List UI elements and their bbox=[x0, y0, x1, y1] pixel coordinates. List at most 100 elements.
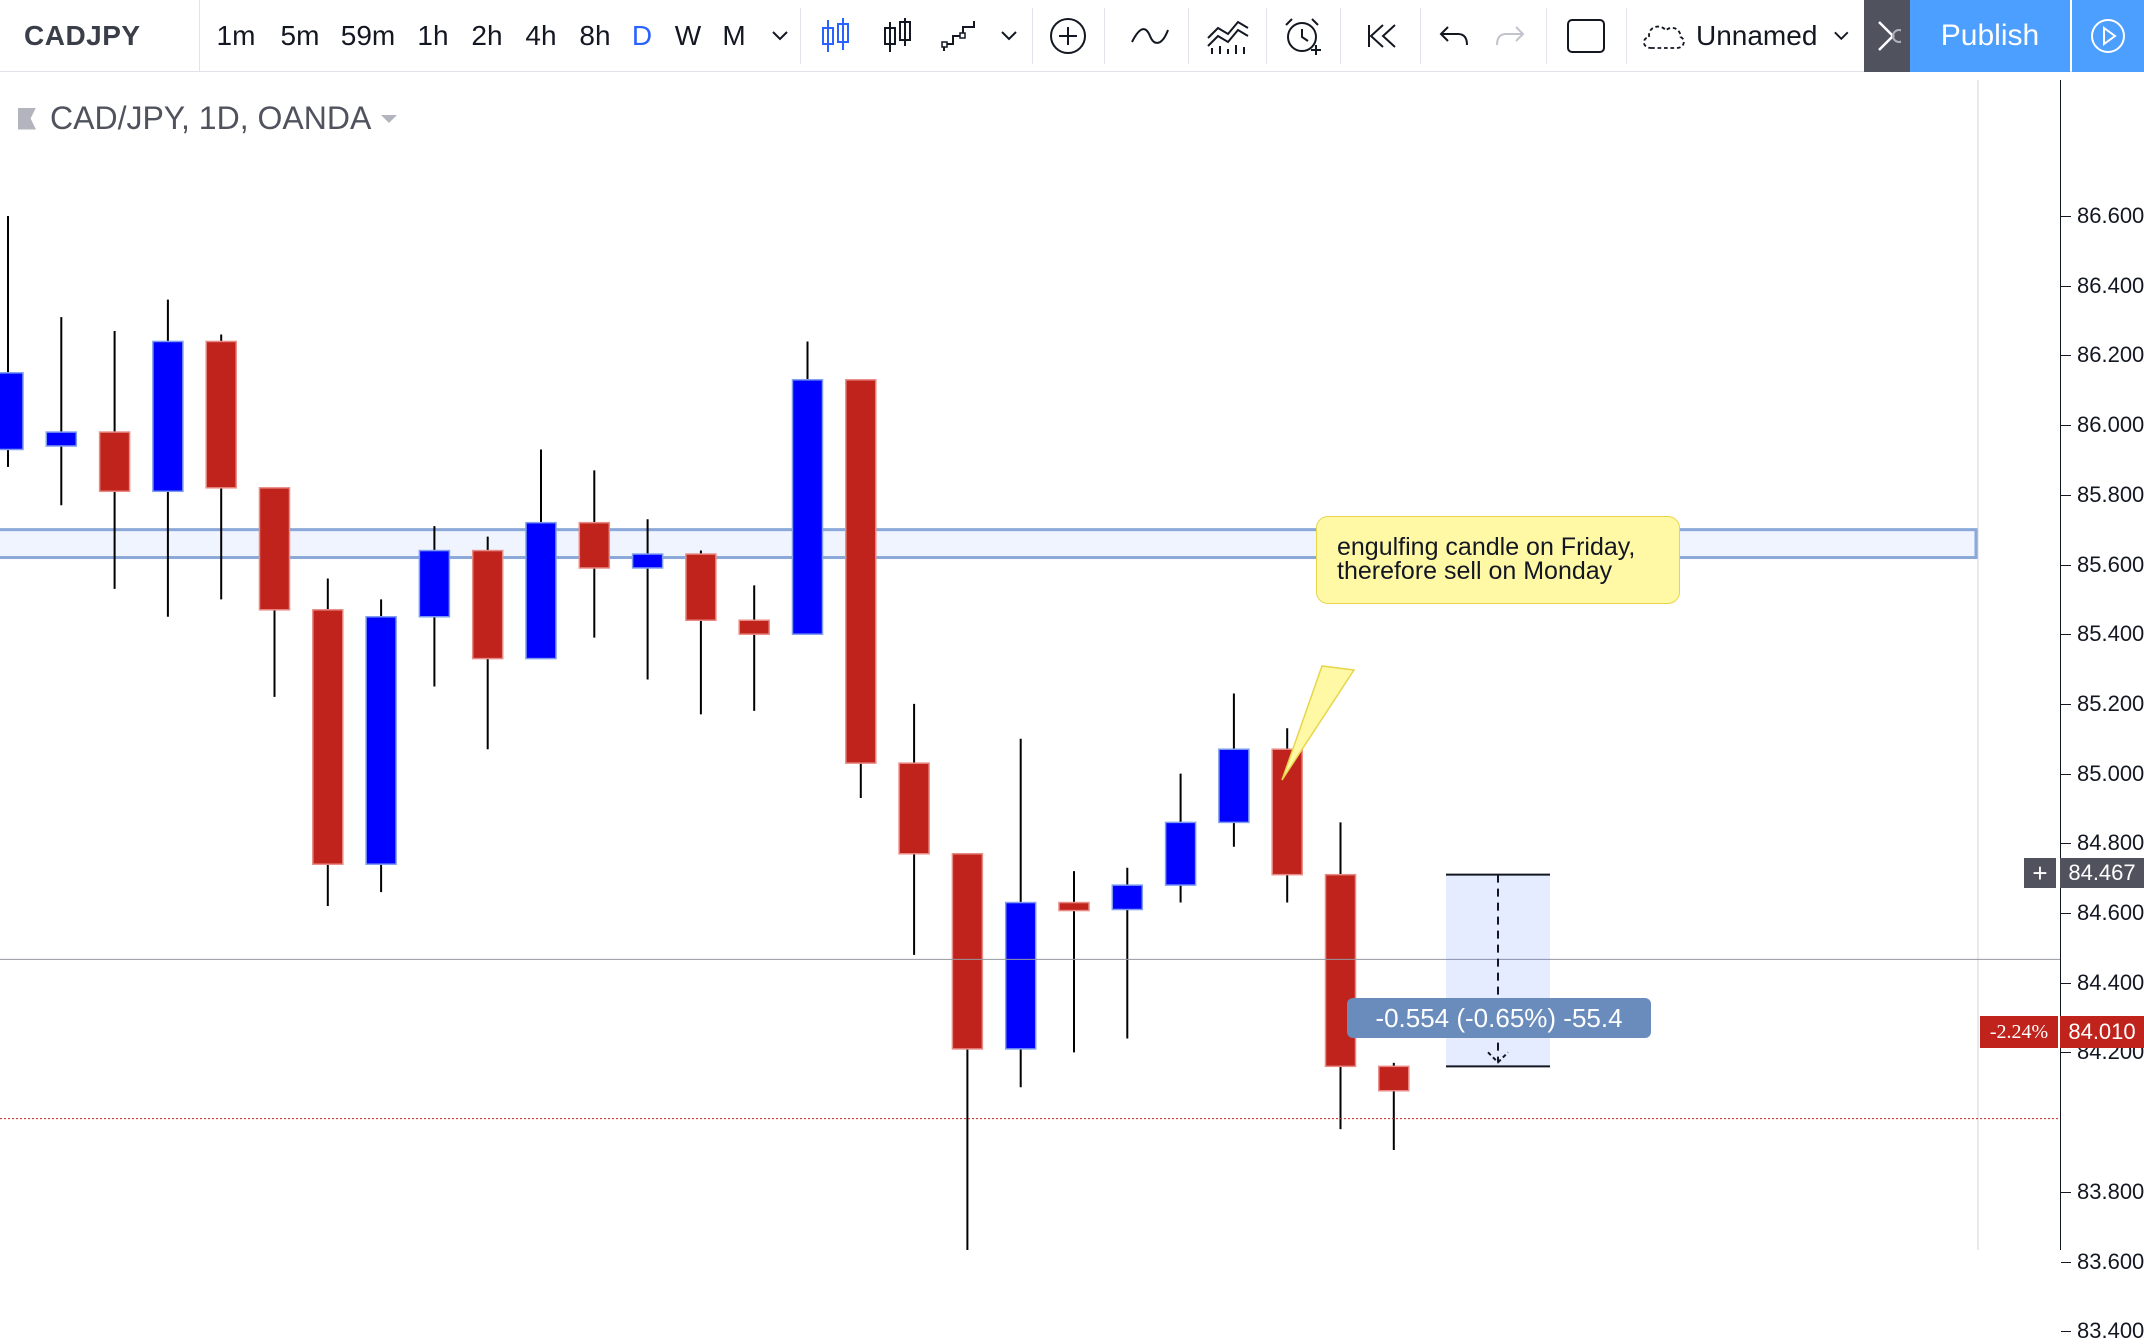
candle-body bbox=[312, 609, 344, 865]
candle-body bbox=[1218, 748, 1250, 824]
candle[interactable] bbox=[1324, 822, 1357, 1130]
price-tick bbox=[2061, 216, 2071, 217]
candle[interactable] bbox=[258, 487, 291, 697]
price-tick bbox=[2061, 843, 2071, 845]
bars-style-button[interactable] bbox=[872, 0, 922, 72]
candle[interactable] bbox=[312, 578, 344, 907]
candle[interactable] bbox=[845, 379, 877, 798]
timeframe-w[interactable]: W bbox=[670, 0, 706, 72]
fullscreen-button[interactable] bbox=[1560, 0, 1612, 72]
timeframe-59m[interactable]: 59m bbox=[336, 0, 400, 72]
candle-body bbox=[898, 762, 930, 855]
hollow-candles-icon bbox=[884, 18, 911, 52]
chart-legend[interactable]: CAD/JPY, 1D, OANDA bbox=[18, 100, 398, 137]
crosshair-plus-icon[interactable]: + bbox=[2024, 858, 2056, 888]
layout-selector[interactable]: Unnamed bbox=[1640, 0, 1850, 72]
candle[interactable] bbox=[1111, 867, 1144, 1039]
candle-body bbox=[0, 372, 24, 451]
price-tick bbox=[2061, 1331, 2071, 1333]
caret-down-icon bbox=[381, 114, 398, 123]
publish-button[interactable]: Publish bbox=[1910, 0, 2070, 72]
expand-settings-button[interactable] bbox=[1864, 0, 1910, 72]
candle[interactable] bbox=[791, 341, 824, 635]
candle-body bbox=[152, 340, 184, 493]
price-tick-label: 83.400 bbox=[2077, 1318, 2144, 1344]
callout-line-1: engulfing candle on Friday, bbox=[1337, 533, 1636, 561]
candle[interactable] bbox=[365, 599, 397, 893]
candle-body bbox=[1058, 901, 1090, 912]
candle-body bbox=[525, 521, 557, 660]
chevron-down-icon bbox=[1834, 31, 1849, 41]
symbol-search[interactable]: CADJPY bbox=[0, 0, 200, 72]
candle[interactable] bbox=[1164, 773, 1197, 903]
compare-symbol-button[interactable] bbox=[1042, 0, 1094, 72]
candles-icon bbox=[822, 18, 849, 52]
symbol-label: CADJPY bbox=[24, 20, 141, 51]
candle[interactable] bbox=[45, 317, 78, 506]
candle[interactable] bbox=[898, 703, 930, 955]
price-tick-label: 86.600 bbox=[2077, 203, 2144, 228]
price-scale[interactable]: 86.600 86.400 86.200 86.000 85.800 85.600 85.4… bbox=[2060, 80, 2144, 1343]
price-tick bbox=[2061, 1191, 2071, 1193]
candle-body bbox=[98, 431, 131, 493]
redo-button[interactable] bbox=[1486, 0, 1534, 72]
candle-body bbox=[685, 553, 717, 622]
financials-button[interactable] bbox=[1200, 0, 1256, 72]
indicators-button[interactable] bbox=[1120, 0, 1180, 72]
play-circle-icon bbox=[2091, 19, 2125, 53]
candles-style-button[interactable] bbox=[810, 0, 860, 72]
annotation-callout[interactable]: engulfing candle on Friday, therefore se… bbox=[1316, 516, 1680, 604]
step-line-button[interactable] bbox=[934, 0, 984, 72]
candle[interactable] bbox=[525, 449, 557, 660]
flag-icon bbox=[18, 107, 36, 130]
timeframe-1h[interactable]: 1h bbox=[410, 0, 456, 72]
candle[interactable] bbox=[951, 853, 984, 1250]
legend-title: CAD/JPY, 1D, OANDA bbox=[50, 100, 372, 136]
timeframe-dropdown[interactable] bbox=[762, 0, 798, 72]
price-tick bbox=[2061, 703, 2071, 705]
chart-type-dropdown[interactable] bbox=[992, 0, 1026, 72]
price-tick-label: 86.400 bbox=[2077, 272, 2144, 298]
step-line-icon bbox=[941, 21, 975, 51]
price-tick bbox=[2061, 773, 2071, 775]
candle[interactable] bbox=[578, 470, 611, 638]
candle[interactable] bbox=[1058, 871, 1090, 1053]
timeframe-1m[interactable]: 1m bbox=[210, 0, 262, 72]
top-toolbar: CADJPY 1m 5m 59m 1h 2h 4h 8h D W M Unnam… bbox=[0, 0, 2144, 72]
candle[interactable] bbox=[1378, 1062, 1410, 1150]
chart-lines-icon bbox=[1207, 20, 1249, 54]
undo-icon bbox=[1439, 26, 1468, 46]
candle[interactable] bbox=[738, 585, 770, 711]
candlestick-chart[interactable] bbox=[0, 80, 2060, 1250]
candle[interactable] bbox=[0, 216, 24, 467]
timeframe-2h[interactable]: 2h bbox=[464, 0, 510, 72]
timeframe-d[interactable]: D bbox=[626, 0, 658, 72]
timeframe-m[interactable]: M bbox=[716, 0, 752, 72]
timeframe-4h[interactable]: 4h bbox=[518, 0, 564, 72]
undo-button[interactable] bbox=[1430, 0, 1478, 72]
timeframe-8h[interactable]: 8h bbox=[572, 0, 618, 72]
price-tick-label: 84.400 bbox=[2077, 969, 2144, 995]
candle[interactable] bbox=[418, 526, 451, 687]
candle[interactable] bbox=[152, 299, 184, 617]
alert-button[interactable] bbox=[1276, 0, 1330, 72]
price-tick bbox=[2061, 564, 2071, 566]
play-button[interactable] bbox=[2072, 0, 2144, 72]
replay-button[interactable] bbox=[1356, 0, 1410, 72]
candle[interactable] bbox=[471, 536, 504, 750]
candle[interactable] bbox=[205, 334, 237, 600]
price-tick-label: 86.000 bbox=[2077, 412, 2144, 438]
candle-body bbox=[791, 379, 824, 635]
callout-line-2: therefore sell on Monday bbox=[1337, 557, 1613, 585]
layout-name: Unnamed bbox=[1695, 20, 1818, 51]
candle[interactable] bbox=[1004, 738, 1037, 1088]
timeframe-5m[interactable]: 5m bbox=[274, 0, 326, 72]
chart-pane[interactable] bbox=[0, 80, 2060, 1250]
add-circle-icon bbox=[1050, 18, 1086, 54]
candle[interactable] bbox=[685, 550, 717, 715]
chevron-down-icon bbox=[1001, 31, 1017, 41]
price-tick bbox=[2061, 1052, 2071, 1054]
chevron-down-icon bbox=[772, 31, 788, 41]
wave-icon bbox=[1131, 28, 1169, 44]
candle[interactable] bbox=[1218, 693, 1250, 847]
